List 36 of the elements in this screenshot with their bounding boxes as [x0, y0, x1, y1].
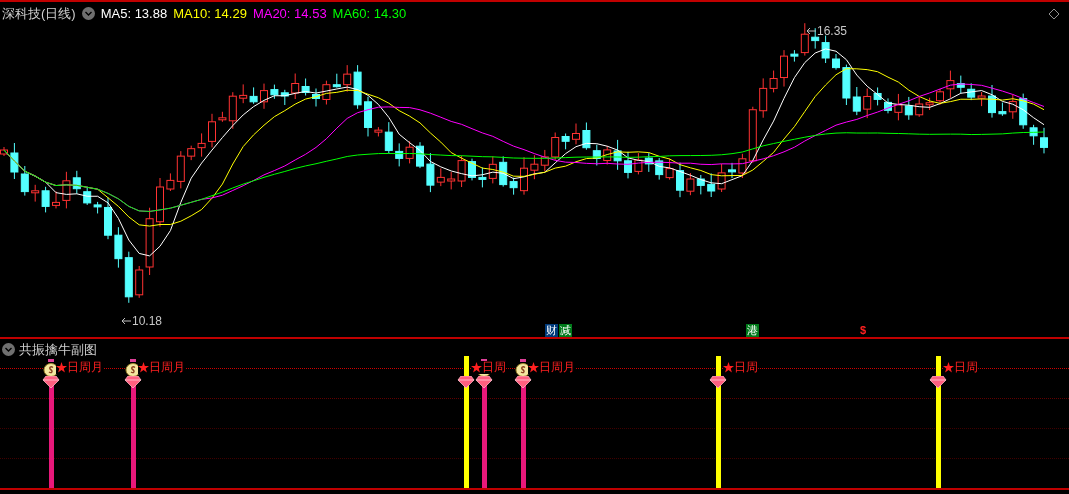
moving-average-value: MA20: 14.53 [252, 5, 327, 23]
event-mark[interactable]: $ [860, 324, 867, 337]
gem-icon [514, 376, 532, 388]
chart-title: 深科技(日线) [2, 5, 76, 23]
moving-average-value: MA60: 14.30 [332, 5, 407, 23]
low-price-label: 10.18 [132, 313, 163, 330]
gem-icon [457, 376, 475, 388]
star-icon [56, 362, 67, 373]
gem-icon [124, 376, 142, 388]
gem-icon [929, 376, 947, 388]
signal-label: 日周 [734, 361, 758, 374]
moving-average-value: MA10: 14.29 [173, 5, 247, 23]
gem-icon [475, 376, 493, 388]
chevron-down-circle-icon[interactable] [2, 343, 15, 357]
event-tag[interactable]: 港 [746, 324, 759, 337]
star-icon [528, 362, 539, 373]
signal-label: 日周 [954, 361, 978, 374]
signal-label: 日周 [482, 361, 506, 374]
sub-chart-title: 共振擒牛副图 [19, 341, 97, 359]
signal-label: 日周月 [539, 361, 575, 374]
event-tag[interactable]: 减 [559, 324, 572, 337]
star-icon [138, 362, 149, 373]
chevron-down-circle-icon[interactable] [81, 7, 95, 21]
signal-label: 日周月 [149, 361, 185, 374]
left-arrow-icon [806, 27, 816, 35]
gem-icon [709, 376, 727, 388]
signal-label: 日周月 [67, 361, 103, 374]
event-tag[interactable]: 财 [545, 324, 558, 337]
high-price-label: 16.35 [817, 23, 848, 40]
moving-average-value: MA5: 13.88 [100, 5, 168, 23]
left-arrow-icon [121, 317, 131, 325]
star-icon [943, 362, 954, 373]
star-icon [471, 362, 482, 373]
gem-icon [42, 376, 60, 388]
star-icon [723, 362, 734, 373]
diamond-icon[interactable] [1048, 8, 1060, 20]
